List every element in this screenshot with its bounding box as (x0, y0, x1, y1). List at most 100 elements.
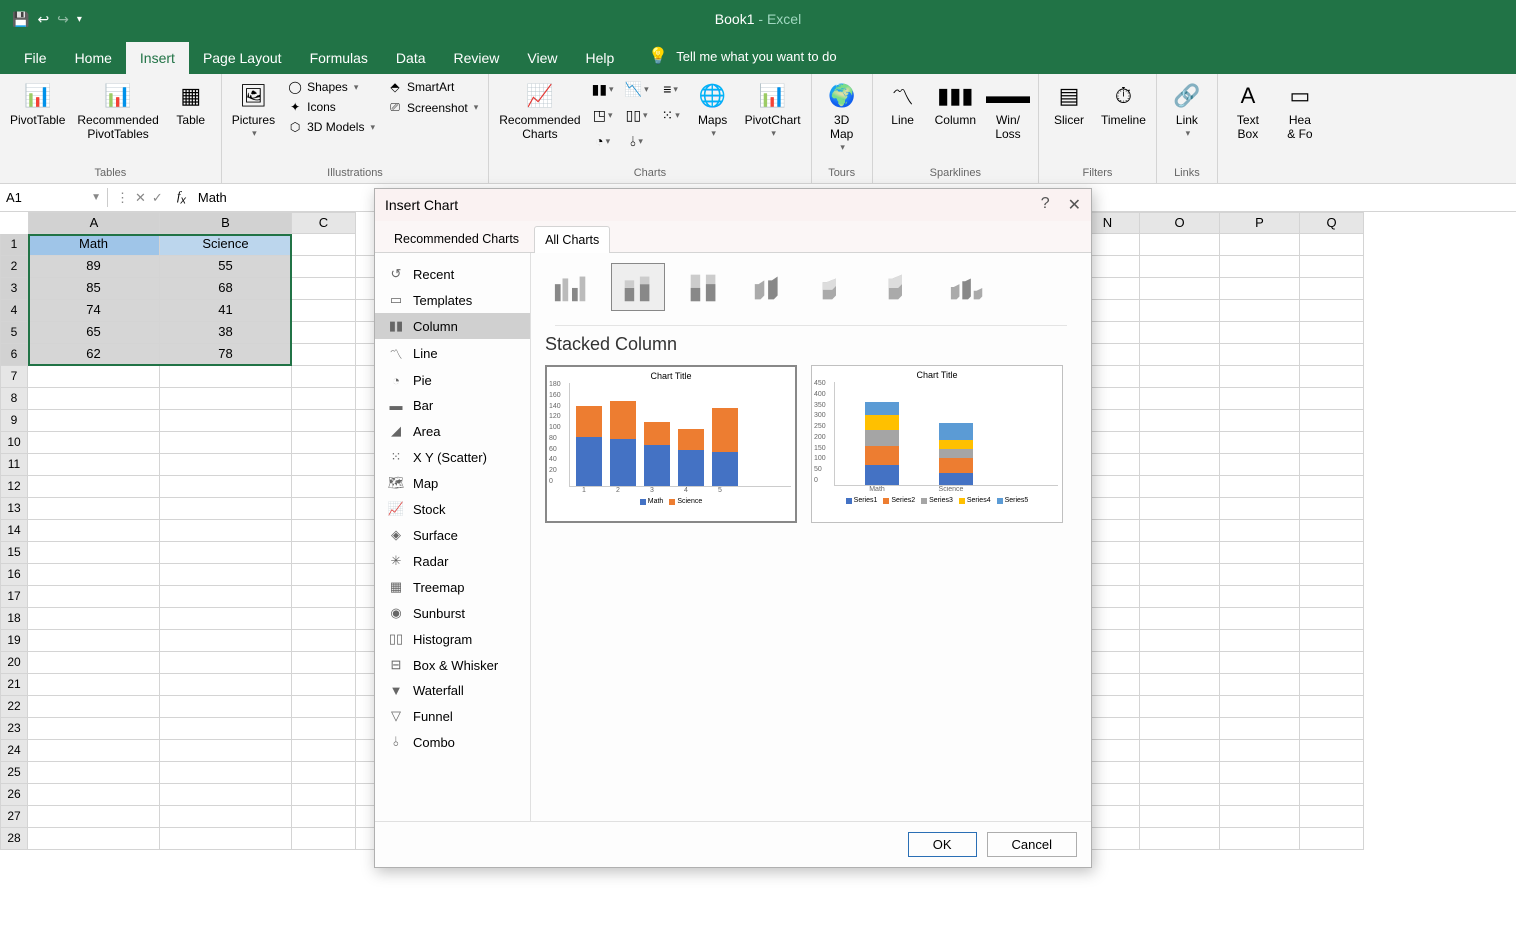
cell[interactable] (1300, 806, 1364, 828)
row-header[interactable]: 6 (0, 344, 28, 366)
sparkline-column-button[interactable]: ▮▮▮Column (931, 78, 980, 130)
cell[interactable]: Math (28, 234, 160, 256)
chart-type-column[interactable]: ▮▮Column (375, 313, 530, 339)
tab-file[interactable]: File (10, 42, 61, 74)
cell[interactable] (28, 828, 160, 850)
cell[interactable] (1220, 608, 1300, 630)
cell[interactable] (28, 388, 160, 410)
cell[interactable] (1140, 784, 1220, 806)
cell[interactable] (1140, 432, 1220, 454)
cell[interactable] (1220, 586, 1300, 608)
cell[interactable] (160, 586, 292, 608)
cell[interactable] (160, 630, 292, 652)
cell[interactable] (1220, 542, 1300, 564)
row-header[interactable]: 23 (0, 718, 28, 740)
cell[interactable] (1140, 740, 1220, 762)
row-header[interactable]: 25 (0, 762, 28, 784)
cell[interactable] (28, 454, 160, 476)
row-header[interactable]: 12 (0, 476, 28, 498)
row-header[interactable]: 2 (0, 256, 28, 278)
cell[interactable]: 78 (160, 344, 292, 366)
cell[interactable] (1300, 630, 1364, 652)
pie-chart-button[interactable]: ◔▾ (589, 130, 617, 152)
row-header[interactable]: 11 (0, 454, 28, 476)
cell[interactable] (28, 806, 160, 828)
preview-1[interactable]: Chart Title 180160140120100806040200 123… (545, 365, 797, 523)
cell[interactable]: 38 (160, 322, 292, 344)
recommended-pivottables-button[interactable]: 📊Recommended PivotTables (73, 78, 162, 144)
cell[interactable] (1300, 410, 1364, 432)
cell[interactable] (1300, 674, 1364, 696)
col-header-P[interactable]: P (1220, 212, 1300, 234)
chart-type-surface[interactable]: ◈Surface (375, 522, 530, 548)
formula-options-icon[interactable]: ⋮ (116, 190, 129, 206)
tab-help[interactable]: Help (572, 42, 629, 74)
pivotchart-button[interactable]: 📊PivotChart▾ (741, 78, 805, 141)
shapes-button[interactable]: ◯Shapes▾ (283, 78, 379, 96)
chart-type-combo[interactable]: ⫰Combo (375, 729, 530, 755)
cell[interactable] (1140, 454, 1220, 476)
scatter-chart-button[interactable]: ⁙▾ (657, 104, 685, 126)
winloss-chart-button[interactable]: ≡▾ (657, 78, 685, 100)
redo-icon[interactable]: ↪ (57, 11, 69, 28)
tab-recommended-charts[interactable]: Recommended Charts (383, 225, 530, 252)
save-icon[interactable]: 💾 (12, 11, 29, 28)
tab-data[interactable]: Data (382, 42, 440, 74)
cell[interactable] (1300, 388, 1364, 410)
cell[interactable] (292, 718, 356, 740)
cell[interactable] (1300, 498, 1364, 520)
cell[interactable] (292, 674, 356, 696)
chart-type-funnel[interactable]: ▽Funnel (375, 703, 530, 729)
name-box[interactable]: A1▼ (0, 188, 108, 207)
chart-type-radar[interactable]: ✳Radar (375, 548, 530, 574)
tab-page-layout[interactable]: Page Layout (189, 42, 296, 74)
cell[interactable] (1300, 718, 1364, 740)
cell[interactable] (28, 520, 160, 542)
cell[interactable] (1300, 300, 1364, 322)
recommended-charts-button[interactable]: 📈Recommended Charts (495, 78, 584, 144)
subtype-stacked-column[interactable] (611, 263, 665, 311)
chart-type-waterfall[interactable]: ▼Waterfall (375, 678, 530, 703)
cell[interactable] (1140, 366, 1220, 388)
chart-type-sunburst[interactable]: ◉Sunburst (375, 600, 530, 626)
cell[interactable] (1220, 388, 1300, 410)
cell[interactable] (1300, 608, 1364, 630)
cell[interactable] (1140, 828, 1220, 850)
cell[interactable]: Science (160, 234, 292, 256)
cell[interactable] (1220, 784, 1300, 806)
cell[interactable] (160, 432, 292, 454)
cell[interactable] (28, 762, 160, 784)
smartart-button[interactable]: ⬘SmartArt (383, 78, 482, 96)
cell[interactable] (1300, 322, 1364, 344)
hierarchy-chart-button[interactable]: ◳▾ (589, 104, 617, 126)
cell[interactable] (1140, 652, 1220, 674)
subtype-3d-100-stacked-column[interactable] (875, 263, 929, 311)
combo-chart-button[interactable]: ⫰▾ (623, 130, 651, 152)
timeline-button[interactable]: ⏱Timeline (1097, 78, 1150, 130)
cell[interactable] (292, 498, 356, 520)
header-footer-button[interactable]: ▭Hea & Fo (1276, 78, 1324, 144)
row-header[interactable]: 1 (0, 234, 28, 256)
cell[interactable] (1300, 234, 1364, 256)
cell[interactable] (1140, 674, 1220, 696)
row-header[interactable]: 5 (0, 322, 28, 344)
cell[interactable] (1300, 586, 1364, 608)
3d-map-button[interactable]: 🌍3D Map▾ (818, 78, 866, 155)
tab-all-charts[interactable]: All Charts (534, 226, 610, 253)
cell[interactable]: 41 (160, 300, 292, 322)
cell[interactable] (292, 740, 356, 762)
cell[interactable] (292, 476, 356, 498)
tab-insert[interactable]: Insert (126, 42, 189, 74)
cell[interactable] (1140, 344, 1220, 366)
cell[interactable]: 55 (160, 256, 292, 278)
column-chart-button[interactable]: ▮▮▾ (589, 78, 617, 100)
stat-chart-button[interactable]: ▯▯▾ (623, 104, 651, 126)
chart-type-box-whisker[interactable]: ⊟Box & Whisker (375, 652, 530, 678)
cell[interactable] (1300, 762, 1364, 784)
cell[interactable] (292, 344, 356, 366)
3d-models-button[interactable]: ⬡3D Models▾ (283, 118, 379, 136)
cell[interactable] (292, 806, 356, 828)
cell[interactable] (160, 828, 292, 850)
cell[interactable] (292, 586, 356, 608)
textbox-button[interactable]: AText Box (1224, 78, 1272, 144)
